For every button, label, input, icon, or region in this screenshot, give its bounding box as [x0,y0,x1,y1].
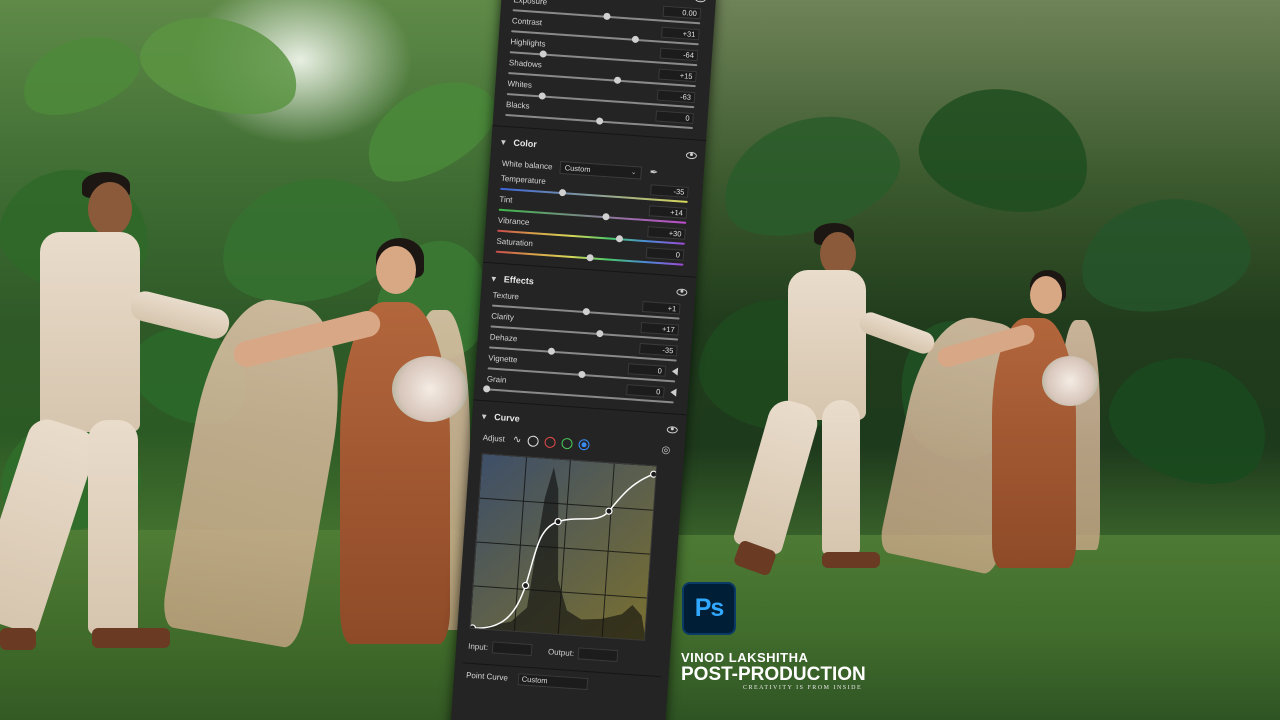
highlights-value-field[interactable]: -64 [659,47,699,62]
temperature-thumb[interactable] [558,188,566,197]
after-photo [640,0,1280,720]
texture-label: Texture [492,290,520,302]
vibrance-thumb[interactable] [615,234,623,243]
vibrance-label: Vibrance [497,215,530,227]
clarity-value-field[interactable]: +17 [640,321,680,336]
saturation-value-field[interactable]: 0 [645,247,685,261]
contrast-thumb[interactable] [631,35,639,44]
dehaze-thumb[interactable] [547,347,555,355]
curve-input-label: Input: [467,641,489,652]
brand-block: VINOD LAKSHITHA POST-PRODUCTION CREATIVI… [681,650,866,691]
photoshop-logo-icon: Ps [682,582,736,635]
highlights-thumb[interactable] [539,50,548,58]
whites-label: Whites [507,79,533,90]
white-balance-value: Custom [564,162,591,174]
saturation-label: Saturation [496,236,534,249]
effects-section: ▼ Effects Texture +1 Clarity +17 Dehaze -35 Vi… [473,262,697,416]
contrast-value-field[interactable]: +31 [661,26,700,41]
vignette-value-field[interactable]: 0 [627,363,667,377]
chevron-down-icon: ▼ [499,137,508,147]
blue-channel-icon[interactable] [577,438,590,451]
contrast-label: Contrast [511,16,543,28]
exposure-value-field[interactable]: 0.00 [662,5,702,20]
curve-visibility-eye-icon[interactable] [666,425,679,434]
exposure-label: Exposure [513,0,548,7]
texture-thumb[interactable] [582,307,590,316]
curve-section: ▼ Curve Adjust ∿ ◎ Input: Output: Point … [453,400,687,702]
grain-thumb[interactable] [482,385,490,393]
white-balance-label: White balance [501,158,553,171]
chevron-down-icon: ⌄ [630,168,637,176]
brand-title: POST-PRODUCTION [681,664,866,685]
grain-reset-triangle-icon[interactable] [670,388,677,397]
tint-label: Tint [499,194,513,205]
vibrance-value-field[interactable]: +30 [647,226,686,240]
dehaze-label: Dehaze [489,332,518,344]
red-channel-icon[interactable] [543,435,556,448]
curve-output-field[interactable] [577,647,619,663]
photoshop-logo-text: Ps [694,594,725,622]
vignette-thumb[interactable] [577,370,586,379]
white-balance-select[interactable]: Custom ⌄ [559,160,643,180]
vignette-label: Vignette [488,353,518,365]
rgb-channel-icon[interactable] [526,434,539,447]
color-section: ▼ Color White balance Custom ⌄ ✒ Tempera… [482,126,706,278]
texture-value-field[interactable]: +1 [641,301,681,315]
dehaze-value-field[interactable]: -35 [638,342,678,357]
vignette-reset-triangle-icon[interactable] [671,367,679,376]
saturation-thumb[interactable] [585,253,594,262]
shadows-label: Shadows [508,58,543,70]
grain-label: Grain [486,374,507,385]
targeted-adjustment-icon[interactable]: ◎ [661,444,670,456]
brand-name: VINOD LAKSHITHA [681,650,809,665]
curve-input-field[interactable] [491,641,533,657]
clarity-label: Clarity [490,311,515,323]
blacks-thumb[interactable] [595,117,603,125]
clarity-thumb[interactable] [595,329,604,338]
temperature-value-field[interactable]: -35 [650,184,689,198]
color-visibility-eye-icon[interactable] [685,151,698,159]
highlights-label: Highlights [510,37,546,49]
brand-tagline: CREATIVITY IS FROM INSIDE [743,685,863,691]
whites-value-field[interactable]: -63 [656,89,696,104]
blacks-label: Blacks [505,100,530,111]
tint-thumb[interactable] [601,212,610,221]
green-channel-icon[interactable] [560,437,573,449]
grain-value-field[interactable]: 0 [626,384,665,398]
chevron-down-icon: ▼ [479,411,489,421]
exposure-thumb[interactable] [602,12,611,21]
curve-output-label: Output: [547,646,575,658]
temperature-label: Temperature [500,173,547,186]
point-curve-select[interactable]: Custom [517,672,589,690]
chevron-down-icon: ▼ [489,273,499,284]
light-visibility-eye-icon[interactable] [694,0,707,3]
whites-thumb[interactable] [538,92,547,100]
color-sliders: Temperature -35 Tint +14 Vibrance +30 Saturati… [491,173,694,271]
blacks-value-field[interactable]: 0 [655,110,694,125]
point-curve-label: Point Curve [465,670,509,683]
effects-visibility-eye-icon[interactable] [676,287,688,296]
light-sliders: Exposure 0.00 Contrast +31 Highlights -64 Shad… [501,0,707,133]
tone-curve-svg [469,454,658,641]
tint-value-field[interactable]: +14 [648,205,688,219]
eyedropper-icon[interactable]: ✒ [649,167,662,180]
tone-curve-graph[interactable] [469,453,658,641]
light-section: Exposure 0.00 Contrast +31 Highlights -64 Shad… [492,0,717,142]
shadows-thumb[interactable] [613,76,621,84]
curve-adjust-label: Adjust [482,432,506,444]
parametric-curve-icon[interactable]: ∿ [513,434,522,446]
shadows-value-field[interactable]: +15 [658,68,697,83]
effects-sliders: Texture +1 Clarity +17 Dehaze -35 Vignette 0 Gra… [482,289,687,408]
